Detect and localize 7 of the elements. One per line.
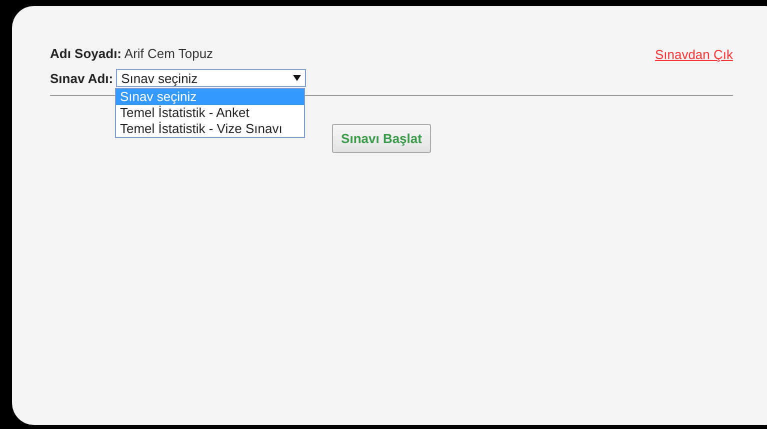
- dropdown-option[interactable]: Temel İstatistik - Vize Sınavı: [116, 121, 304, 137]
- exam-label: Sınav Adı:: [50, 70, 114, 86]
- name-label: Adı Soyadı:: [50, 46, 122, 61]
- name-value: Arif Cem Topuz: [124, 46, 214, 61]
- caret-icon: [293, 75, 302, 81]
- dropdown-option[interactable]: Temel İstatistik - Anket: [116, 105, 304, 121]
- exam-dropdown[interactable]: Sınav seçiniz: [116, 69, 306, 87]
